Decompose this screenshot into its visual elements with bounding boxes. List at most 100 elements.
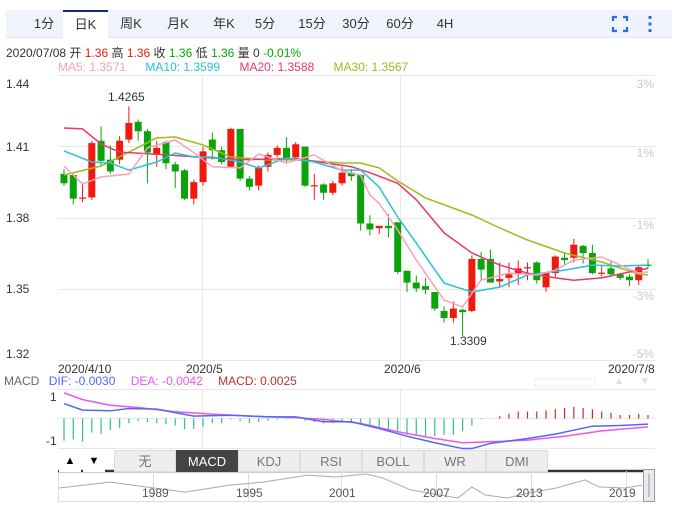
candle-body	[60, 173, 68, 184]
candle-body	[357, 175, 365, 224]
pct-tick: -3%	[632, 289, 654, 303]
candle-body	[199, 151, 207, 183]
candle	[347, 169, 355, 181]
zoom-scale-indicator[interactable]	[534, 378, 596, 387]
nav-year-label: 2007	[423, 486, 450, 500]
max-price-annotation: 1.4265	[108, 90, 145, 104]
candle-body	[625, 276, 633, 281]
scale-up-icon[interactable]: ▲	[614, 376, 624, 387]
candle-body	[181, 170, 189, 199]
candle-body	[190, 182, 198, 199]
ma20-line	[63, 127, 649, 281]
candle	[431, 292, 439, 311]
candle	[190, 179, 198, 205]
candle	[134, 119, 142, 141]
candle-body	[162, 141, 170, 164]
candle	[208, 132, 216, 160]
candle	[245, 176, 253, 191]
pct-tick: 3%	[636, 77, 654, 91]
y-tick: 1.38	[6, 211, 30, 225]
indicator-tab-wr[interactable]: WR	[424, 450, 486, 472]
dea-legend: DEA: -0.0042	[130, 374, 203, 388]
candle	[329, 180, 337, 196]
candle	[320, 183, 328, 200]
indicator-tab-boll[interactable]: BOLL	[362, 450, 424, 472]
candle	[236, 128, 244, 181]
ma5-line	[63, 139, 649, 308]
candle	[644, 258, 652, 269]
candle-body	[245, 178, 253, 187]
candle	[635, 266, 643, 285]
dea-line	[63, 392, 649, 444]
candle-body	[440, 310, 448, 319]
candle	[273, 145, 281, 158]
candle-body	[422, 286, 430, 290]
candle-body	[79, 197, 87, 199]
x-tick: 2020/6	[384, 362, 421, 376]
candle-body	[598, 272, 606, 274]
candle	[570, 238, 578, 263]
candle	[403, 270, 411, 293]
candle-body	[403, 270, 411, 283]
candle-body	[329, 183, 337, 193]
nav-year-label: 2019	[609, 486, 636, 500]
candle-body	[524, 267, 531, 269]
candle	[125, 106, 133, 144]
candle	[255, 165, 263, 191]
candle-body	[533, 262, 541, 281]
pct-tick: 1%	[636, 146, 654, 160]
indicator-tab-kdj[interactable]: KDJ	[238, 450, 300, 472]
indicator-tab-dmi[interactable]: DMI	[486, 450, 548, 472]
candle-body	[338, 172, 346, 184]
candle	[422, 277, 430, 295]
candle	[97, 126, 105, 167]
candle	[357, 173, 365, 231]
nav-year-label: 2001	[329, 486, 356, 500]
candle-body	[69, 175, 77, 199]
candlestick-chart[interactable]	[0, 0, 682, 512]
candle-body	[134, 121, 142, 132]
candle	[468, 255, 476, 313]
candle-body	[310, 185, 318, 187]
y-tick: 1.41	[6, 140, 30, 154]
candle	[551, 255, 559, 278]
scale-down-icon[interactable]: ▼	[640, 376, 650, 387]
indicator-tab-rsi[interactable]: RSI	[300, 450, 362, 472]
candle	[60, 169, 68, 186]
candle-body	[477, 258, 485, 270]
candle-body	[320, 184, 328, 193]
candle-body	[88, 143, 96, 198]
indicator-tab-macd[interactable]: MACD	[176, 450, 238, 472]
dif-legend: DIF: -0.0030	[48, 374, 116, 388]
candle-body	[505, 274, 513, 278]
y-tick: 1.32	[6, 347, 30, 361]
candle	[171, 162, 179, 189]
candle	[199, 146, 207, 186]
candle	[79, 184, 87, 203]
candle	[514, 260, 522, 285]
dif-line	[63, 402, 649, 450]
candle	[218, 146, 226, 165]
candle	[625, 274, 633, 287]
candle-body	[607, 268, 615, 275]
candle	[579, 244, 587, 264]
candle	[533, 261, 541, 284]
candle	[227, 127, 235, 168]
candle-body	[431, 292, 439, 309]
candle	[375, 225, 383, 235]
candle-body	[579, 245, 587, 254]
candle-body	[496, 279, 504, 282]
candle-body	[588, 253, 596, 274]
candle-body	[384, 225, 392, 229]
candle	[440, 306, 448, 323]
ma10-line	[63, 150, 649, 293]
candle-body	[125, 123, 133, 140]
move-down-button[interactable]: ▼	[83, 450, 105, 472]
candle	[264, 152, 272, 172]
candle-body	[375, 225, 383, 229]
candle-body	[273, 147, 281, 155]
candle-body	[459, 309, 467, 313]
move-up-button[interactable]: ▲	[59, 450, 81, 472]
candle-body	[449, 308, 457, 319]
indicator-tab-none[interactable]: 无	[114, 450, 176, 472]
